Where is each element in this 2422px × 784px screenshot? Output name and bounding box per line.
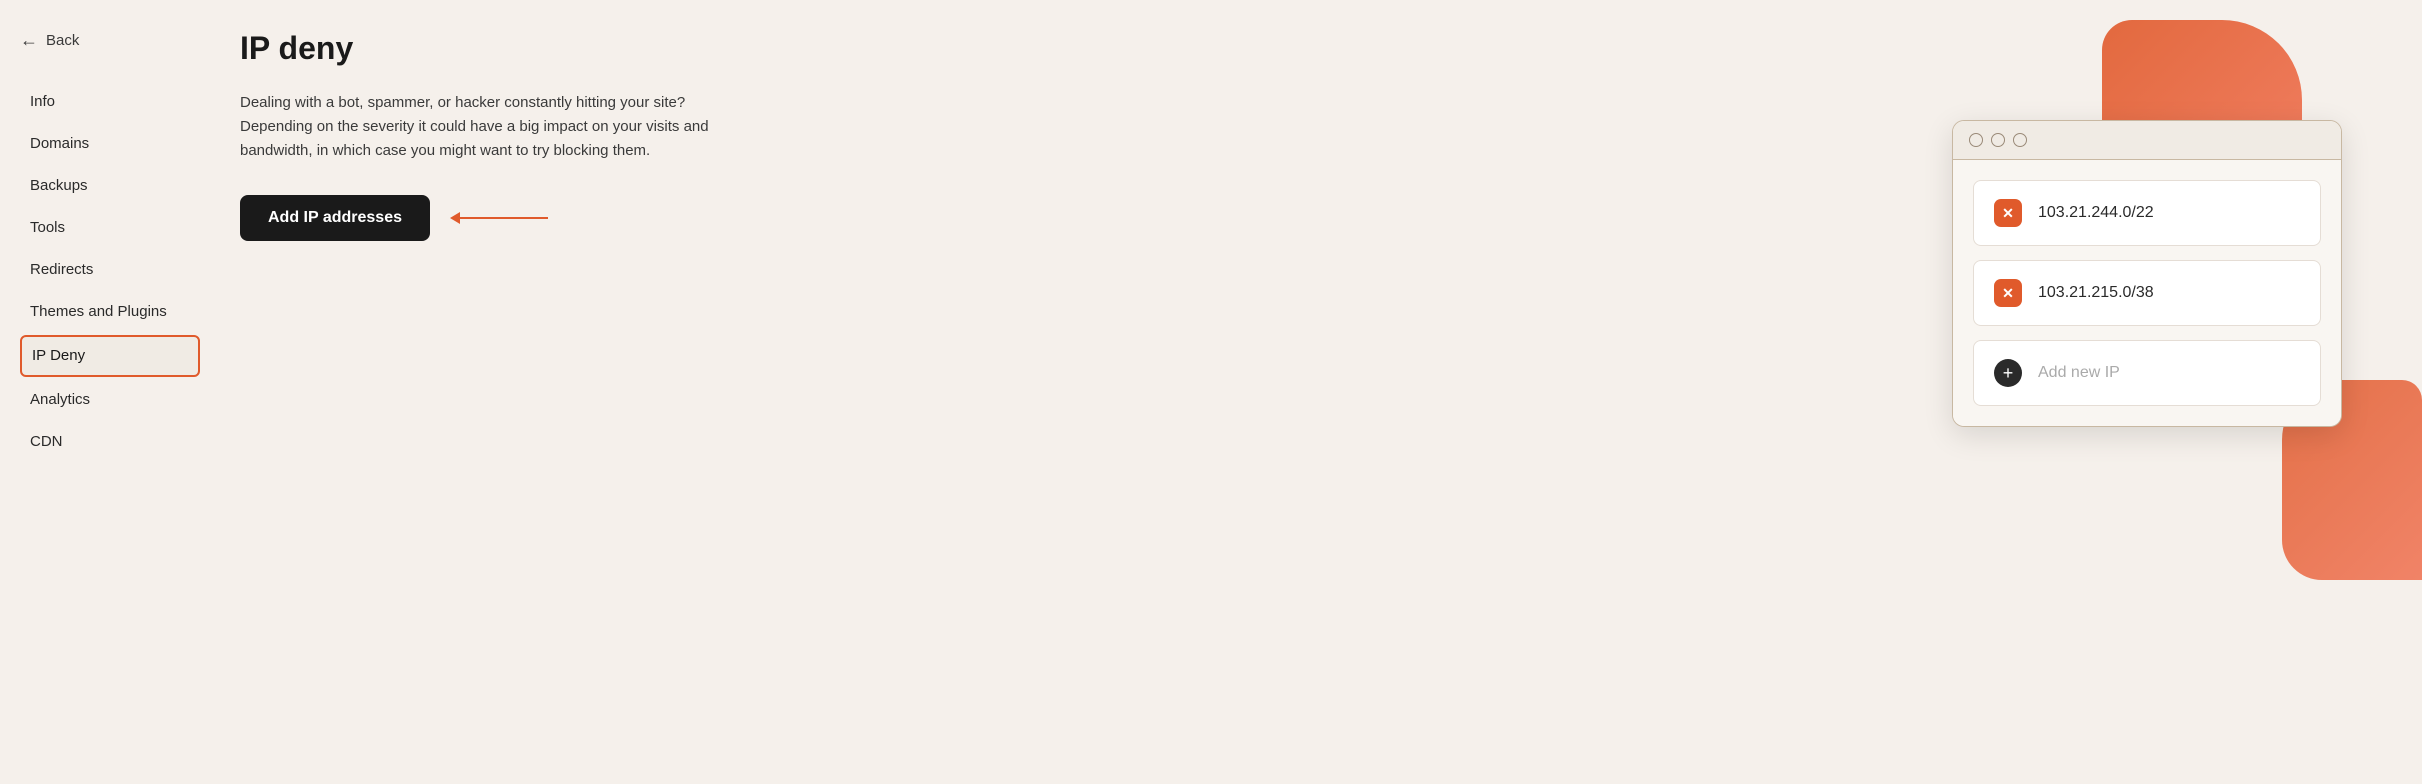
add-button-row: Add IP addresses	[240, 195, 860, 241]
sidebar: ← Back Info Domains Backups Tools Redire…	[0, 0, 200, 784]
sidebar-item-domains[interactable]: Domains	[20, 125, 200, 163]
add-new-ip-label: Add new IP	[2038, 364, 2120, 382]
ip-address-2: 103.21.215.0/38	[2038, 284, 2154, 302]
illustration-area: ✕ 103.21.244.0/22 ✕ 103.21.215.0/38 + Ad…	[1842, 0, 2422, 784]
sidebar-item-themes-plugins[interactable]: Themes and Plugins	[20, 293, 200, 331]
browser-dot-2	[1991, 133, 2005, 147]
add-new-ip-row[interactable]: + Add new IP	[1973, 340, 2321, 406]
ip-row-1: ✕ 103.21.244.0/22	[1973, 180, 2321, 246]
browser-dot-1	[1969, 133, 1983, 147]
browser-body: ✕ 103.21.244.0/22 ✕ 103.21.215.0/38 + Ad…	[1953, 160, 2341, 426]
sidebar-item-cdn[interactable]: CDN	[20, 423, 200, 461]
browser-titlebar	[1953, 121, 2341, 160]
sidebar-item-backups[interactable]: Backups	[20, 167, 200, 205]
page-title: IP deny	[240, 30, 860, 67]
sidebar-item-analytics[interactable]: Analytics	[20, 381, 200, 419]
blob-top-decoration	[2102, 20, 2302, 180]
main-content: IP deny Dealing with a bot, spammer, or …	[200, 0, 900, 784]
browser-dot-3	[2013, 133, 2027, 147]
blob-bottom-decoration	[2282, 380, 2422, 580]
sidebar-item-info[interactable]: Info	[20, 83, 200, 121]
arrow-indicator	[458, 217, 548, 219]
browser-window: ✕ 103.21.244.0/22 ✕ 103.21.215.0/38 + Ad…	[1952, 120, 2342, 427]
browser-mockup: ✕ 103.21.244.0/22 ✕ 103.21.215.0/38 + Ad…	[1952, 60, 2402, 427]
add-new-ip-icon: +	[1994, 359, 2022, 387]
page-description: Dealing with a bot, spammer, or hacker c…	[240, 91, 760, 163]
back-label: Back	[46, 32, 79, 49]
sidebar-item-tools[interactable]: Tools	[20, 209, 200, 247]
sidebar-item-redirects[interactable]: Redirects	[20, 251, 200, 289]
ip-address-1: 103.21.244.0/22	[2038, 204, 2154, 222]
ip-row-2: ✕ 103.21.215.0/38	[1973, 260, 2321, 326]
remove-ip-1-icon[interactable]: ✕	[1994, 199, 2022, 227]
back-arrow-icon: ←	[20, 30, 38, 51]
sidebar-item-ip-deny[interactable]: IP Deny	[20, 335, 200, 377]
arrow-line	[458, 217, 548, 219]
remove-ip-2-icon[interactable]: ✕	[1994, 279, 2022, 307]
add-ip-button[interactable]: Add IP addresses	[240, 195, 430, 241]
back-button[interactable]: ← Back	[20, 30, 200, 51]
